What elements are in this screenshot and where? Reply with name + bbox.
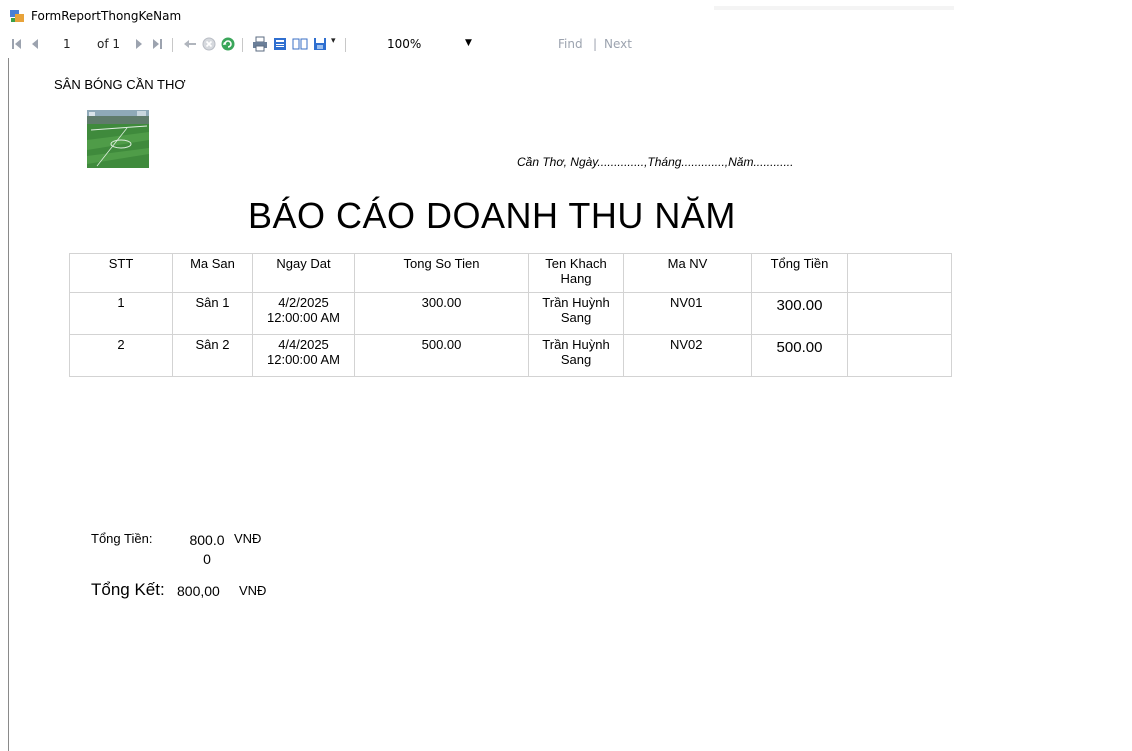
cell-ma-san: Sân 2 [172,334,253,377]
last-page-icon[interactable] [149,36,165,52]
zoom-select[interactable]: 100% ▼ [387,36,477,52]
first-page-icon[interactable] [9,36,25,52]
total-label: Tổng Kết: [91,580,165,599]
find-next-button[interactable]: Next [604,37,632,51]
company-name: SÂN BÓNG CẦN THƠ [54,77,186,92]
cell-ngay-dat: 4/2/2025 12:00:00 AM [252,292,355,335]
toolbar-separator [172,38,173,52]
stop-icon[interactable] [201,36,217,52]
title-bar: FormReportThongKeNam [0,0,1132,30]
table-header-row: STT Ma San Ngay Dat Tong So Tien Ten Kha… [69,253,952,293]
refresh-icon[interactable] [220,36,236,52]
current-page-input[interactable]: 1 [63,37,71,51]
cell-ma-nv: NV01 [623,292,752,335]
cell-tong-tien: 500.00 [751,334,848,377]
sum-value: 800.00 [189,532,225,567]
toolbar-separator [345,38,346,52]
cell-tong-tien: 300.00 [751,292,848,335]
report-app-icon [10,10,24,22]
cell-ten-khach-hang: Trần Huỳnh Sang [528,292,624,335]
report-title: BÁO CÁO DOANH THU NĂM [248,195,736,236]
export-icon[interactable] [312,36,328,52]
sum-unit: VNĐ [234,531,262,546]
cell-ngay-dat: 4/4/2025 12:00:00 AM [252,334,355,377]
find-button[interactable]: Find [558,37,583,51]
header-ten-khach-hang: Ten Khach Hang [528,253,624,293]
print-layout-icon[interactable] [272,36,288,52]
next-page-icon[interactable] [131,36,147,52]
page-setup-icon[interactable] [292,36,308,52]
revenue-table: STT Ma San Ngay Dat Tong So Tien Ten Kha… [69,253,952,377]
header-ma-nv: Ma NV [623,253,752,293]
zoom-value: 100% [387,37,422,51]
cell-tong-so-tien: 300.00 [354,292,529,335]
cell-ma-san: Sân 1 [172,292,253,335]
back-icon[interactable] [182,36,198,52]
toolbar-separator [242,38,243,52]
date-line: Cần Thơ, Ngày..............,Tháng.......… [517,155,794,169]
football-field-logo [87,110,149,168]
export-dropdown-arrow-icon[interactable]: ▾ [331,36,336,46]
page-count-label: of 1 [97,37,121,51]
header-stt: STT [69,253,173,293]
previous-page-icon[interactable] [27,36,43,52]
total-unit: VNĐ [239,583,267,598]
cell-empty [847,334,952,377]
print-icon[interactable] [252,36,268,52]
cell-ten-khach-hang: Trần Huỳnh Sang [528,334,624,377]
cell-stt: 2 [69,334,173,377]
cell-ma-nv: NV02 [623,334,752,377]
find-separator: | [593,37,598,51]
total-value: 800,00 [177,583,220,599]
cell-tong-so-tien: 500.00 [354,334,529,377]
title-bar-blank [714,6,954,10]
cell-stt: 1 [69,292,173,335]
header-empty [847,253,952,293]
table-row: 1 Sân 1 4/2/2025 12:00:00 AM 300.00 Trần… [69,292,952,335]
sum-label: Tổng Tiền: [91,531,153,546]
header-ma-san: Ma San [172,253,253,293]
window-title: FormReportThongKeNam [31,9,182,23]
cell-empty [847,292,952,335]
header-ngay-dat: Ngay Dat [252,253,355,293]
zoom-dropdown-icon[interactable]: ▼ [465,38,472,48]
report-viewer-toolbar: 1 of 1 ▾ 100% ▼ Find | Next [0,30,1132,58]
header-tong-so-tien: Tong So Tien [354,253,529,293]
table-row: 2 Sân 2 4/4/2025 12:00:00 AM 500.00 Trần… [69,334,952,377]
header-tong-tien: Tổng Tiền [751,253,848,293]
